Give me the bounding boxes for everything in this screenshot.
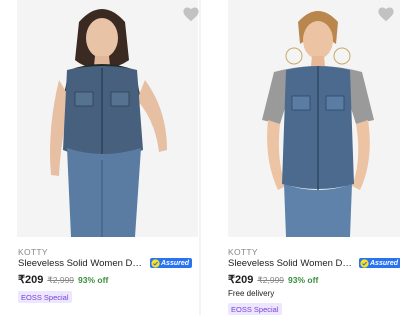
product-image[interactable] — [228, 0, 400, 237]
assured-icon — [360, 258, 369, 268]
heart-icon[interactable] — [182, 6, 200, 22]
original-price: ₹2,999 — [257, 275, 285, 285]
assured-icon — [151, 258, 160, 268]
product-brand: KOTTY — [18, 247, 48, 257]
offer-tag: EOSS Special — [18, 291, 72, 303]
product-title[interactable]: Sleeveless Solid Women Denim J... — [18, 258, 146, 269]
original-price: ₹2,999 — [47, 275, 75, 285]
price-row: ₹209 ₹2,999 93% off — [228, 273, 318, 286]
assured-label: Assured — [161, 259, 190, 267]
selling-price: ₹209 — [228, 274, 254, 286]
product-photo-denim-vest — [17, 0, 198, 237]
heart-icon[interactable] — [377, 6, 395, 22]
assured-badge: Assured — [359, 258, 400, 268]
selling-price: ₹209 — [18, 274, 44, 286]
product-brand: KOTTY — [228, 247, 258, 257]
assured-badge: Assured — [150, 258, 193, 268]
assured-label: Assured — [370, 259, 399, 267]
discount-label: 93% off — [78, 275, 109, 285]
product-photo-denim-vest — [228, 0, 400, 237]
product-title[interactable]: Sleeveless Solid Women Denim J... — [228, 258, 356, 269]
delivery-info: Free delivery — [228, 289, 275, 298]
product-card-2[interactable]: KOTTY Sleeveless Solid Women Denim J... … — [201, 0, 400, 315]
price-row: ₹209 ₹2,999 93% off — [18, 273, 108, 286]
product-card-1[interactable]: KOTTY Sleeveless Solid Women Denim J... … — [0, 0, 199, 315]
offer-tag: EOSS Special — [228, 303, 282, 315]
discount-label: 93% off — [288, 275, 319, 285]
product-image[interactable] — [17, 0, 198, 237]
